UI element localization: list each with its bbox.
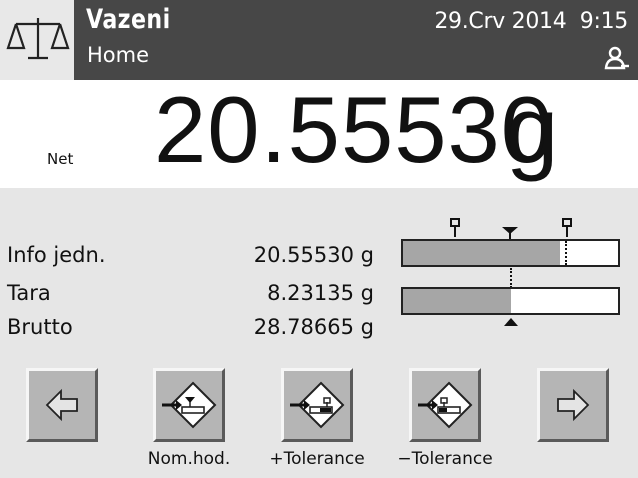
center-line [510,268,512,288]
tare-value: 8.23135 g [267,281,374,305]
upper-tolerance-line [565,241,567,265]
gross-label: Brutto [7,315,73,339]
balance-scale-icon [6,18,70,60]
tolerance-bar [401,239,620,267]
upper-tolerance-marker [562,218,572,237]
nominal-value-label: Nom.hod. [147,449,231,469]
info-unit-label: Info jedn. [7,243,106,267]
tolerance-bar-fill [403,241,560,265]
date-time: 29.Crv 2014 9:15 [434,9,628,34]
lower-tolerance-marker [450,218,460,237]
minus-tolerance-label: −Tolerance [397,449,493,469]
app-title: Vazeni [86,4,171,35]
nominal-value-icon [162,381,217,429]
arrow-right-icon [557,388,590,422]
arrow-left-icon [45,388,78,422]
weight-unit: g [506,77,559,182]
net-label: Net [47,150,74,168]
user-icon[interactable] [604,46,630,70]
plus-tolerance-label: +Tolerance [269,449,365,469]
nominal-value-button[interactable] [153,368,225,442]
gross-value: 28.78665 g [253,315,374,339]
capacity-bar [401,287,620,315]
minus-tolerance-icon [418,381,473,429]
info-unit-value: 20.55530 g [253,243,374,267]
logo-box [0,0,76,80]
plus-tolerance-icon [290,381,345,429]
nominal-marker [502,227,518,239]
previous-button[interactable] [26,368,98,442]
minus-tolerance-button[interactable] [409,368,481,442]
next-button[interactable] [537,368,609,442]
app-subtitle: Home [87,43,150,67]
header-bar: Vazeni Home 29.Crv 2014 9:15 [0,0,638,80]
weight-display: Net 20.55530 g [0,77,638,188]
capacity-marker [504,318,518,326]
weight-value: 20.55530 [154,77,555,182]
capacity-bar-fill [403,289,511,313]
plus-tolerance-button[interactable] [281,368,353,442]
tare-label: Tara [7,281,51,305]
